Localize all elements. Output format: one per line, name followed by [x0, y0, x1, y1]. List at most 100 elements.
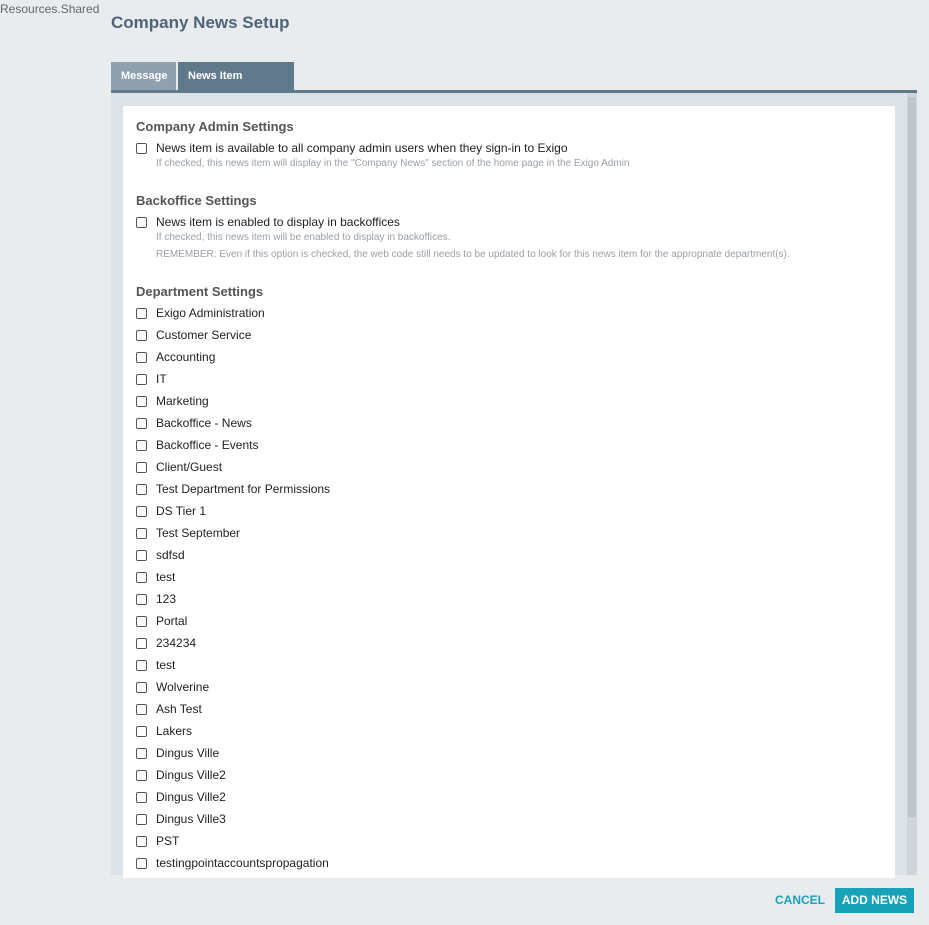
- department-label[interactable]: testingpointaccountspropagation: [156, 856, 329, 870]
- footer-actions: CANCEL ADD NEWS: [775, 887, 914, 913]
- department-row: Client/Guest: [136, 458, 222, 476]
- department-label[interactable]: IT: [156, 372, 167, 386]
- department-checkbox[interactable]: [136, 637, 147, 649]
- scrollbar[interactable]: [907, 93, 917, 875]
- department-label[interactable]: Portal: [156, 614, 187, 628]
- company-admin-hint: If checked, this news item will display …: [156, 158, 630, 169]
- backoffice-hint: If checked, this news item will be enabl…: [156, 232, 451, 243]
- department-checkbox[interactable]: [136, 351, 147, 363]
- department-row: PST: [136, 832, 179, 850]
- backoffice-settings-title: Backoffice Settings: [136, 193, 257, 208]
- department-checkbox[interactable]: [136, 593, 147, 605]
- department-row: Lakers: [136, 722, 192, 740]
- department-label[interactable]: DS Tier 1: [156, 504, 206, 518]
- company-admin-checkbox-label[interactable]: News item is available to all company ad…: [156, 141, 568, 155]
- company-admin-row: News item is available to all company ad…: [136, 139, 568, 157]
- department-label[interactable]: Dingus Ville: [156, 746, 219, 760]
- department-checkbox[interactable]: [136, 505, 147, 517]
- department-row: Accounting: [136, 348, 215, 366]
- department-row: sdfsd: [136, 546, 185, 564]
- department-checkbox[interactable]: [136, 791, 147, 803]
- department-checkbox[interactable]: [136, 439, 147, 451]
- department-checkbox[interactable]: [136, 813, 147, 825]
- backoffice-reminder: REMEMBER: Even if this option is checked…: [156, 249, 790, 260]
- add-news-button[interactable]: ADD NEWS: [835, 887, 914, 913]
- department-row: Test September: [136, 524, 240, 542]
- department-row: testingpointaccountspropagation: [136, 854, 329, 872]
- department-label[interactable]: Test September: [156, 526, 240, 540]
- department-checkbox[interactable]: [136, 703, 147, 715]
- department-row: Marketing: [136, 392, 209, 410]
- department-label[interactable]: Lakers: [156, 724, 192, 738]
- tab-bar: Message News Item Settings: [111, 62, 296, 110]
- department-label[interactable]: Client/Guest: [156, 460, 222, 474]
- department-row: Dingus Ville3: [136, 810, 226, 828]
- department-checkbox[interactable]: [136, 835, 147, 847]
- department-label[interactable]: Ash Test: [156, 702, 202, 716]
- department-row: Dingus Ville2: [136, 766, 226, 784]
- department-row: Backoffice - News: [136, 414, 252, 432]
- department-checkbox[interactable]: [136, 725, 147, 737]
- scrollbar-thumb[interactable]: [908, 97, 916, 817]
- department-checkbox[interactable]: [136, 857, 147, 869]
- settings-panel: Company Admin Settings News item is avai…: [123, 106, 895, 878]
- department-checkbox[interactable]: [136, 461, 147, 473]
- department-checkbox[interactable]: [136, 329, 147, 341]
- cancel-button[interactable]: CANCEL: [775, 887, 825, 913]
- backoffice-checkbox-label[interactable]: News item is enabled to display in backo…: [156, 215, 400, 229]
- company-admin-checkbox[interactable]: [136, 142, 147, 154]
- department-checkbox[interactable]: [136, 549, 147, 561]
- department-checkbox[interactable]: [136, 417, 147, 429]
- department-row: DS Tier 1: [136, 502, 206, 520]
- backoffice-checkbox[interactable]: [136, 216, 147, 228]
- department-label[interactable]: sdfsd: [156, 548, 185, 562]
- department-row: Portal: [136, 612, 187, 630]
- department-checkbox[interactable]: [136, 373, 147, 385]
- tab-news-item-settings[interactable]: News Item Settings: [178, 62, 294, 110]
- department-label[interactable]: 234234: [156, 636, 196, 650]
- department-label[interactable]: Exigo Administration: [156, 306, 265, 320]
- department-checkbox[interactable]: [136, 615, 147, 627]
- department-row: test: [136, 656, 175, 674]
- department-checkbox[interactable]: [136, 571, 147, 583]
- department-label[interactable]: 123: [156, 592, 176, 606]
- department-label[interactable]: Test Department for Permissions: [156, 482, 330, 496]
- department-checkbox[interactable]: [136, 527, 147, 539]
- department-label[interactable]: Backoffice - Events: [156, 438, 259, 452]
- department-checkbox[interactable]: [136, 483, 147, 495]
- department-row: 123: [136, 590, 176, 608]
- backoffice-row: News item is enabled to display in backo…: [136, 213, 400, 231]
- department-checkbox[interactable]: [136, 307, 147, 319]
- department-row: Customer Service: [136, 326, 251, 344]
- department-checkbox[interactable]: [136, 659, 147, 671]
- department-row: test: [136, 568, 175, 586]
- department-row: Backoffice - Events: [136, 436, 259, 454]
- department-row: IT: [136, 370, 167, 388]
- department-label[interactable]: PST: [156, 834, 179, 848]
- department-row: Wolverine: [136, 678, 209, 696]
- department-label[interactable]: test: [156, 658, 175, 672]
- department-checkbox[interactable]: [136, 747, 147, 759]
- department-settings-title: Department Settings: [136, 284, 264, 299]
- department-label[interactable]: Accounting: [156, 350, 215, 364]
- department-row: 234234: [136, 634, 196, 652]
- settings-frame: Company Admin Settings News item is avai…: [111, 90, 917, 878]
- department-label[interactable]: Wolverine: [156, 680, 209, 694]
- department-label[interactable]: test: [156, 570, 175, 584]
- department-label[interactable]: Dingus Ville2: [156, 768, 226, 782]
- department-row: Dingus Ville2: [136, 788, 226, 806]
- department-label[interactable]: Marketing: [156, 394, 209, 408]
- department-checkbox[interactable]: [136, 681, 147, 693]
- department-row: Ash Test: [136, 700, 202, 718]
- company-admin-settings-title: Company Admin Settings: [136, 119, 294, 134]
- department-row: Exigo Administration: [136, 304, 265, 322]
- department-label[interactable]: Dingus Ville2: [156, 790, 226, 804]
- department-label[interactable]: Customer Service: [156, 328, 251, 342]
- department-label[interactable]: Dingus Ville3: [156, 812, 226, 826]
- department-row: Test Department for Permissions: [136, 480, 330, 498]
- department-checkbox[interactable]: [136, 395, 147, 407]
- department-checkbox[interactable]: [136, 769, 147, 781]
- page-title: Company News Setup: [111, 13, 290, 32]
- department-label[interactable]: Backoffice - News: [156, 416, 252, 430]
- tab-message[interactable]: Message: [111, 62, 176, 90]
